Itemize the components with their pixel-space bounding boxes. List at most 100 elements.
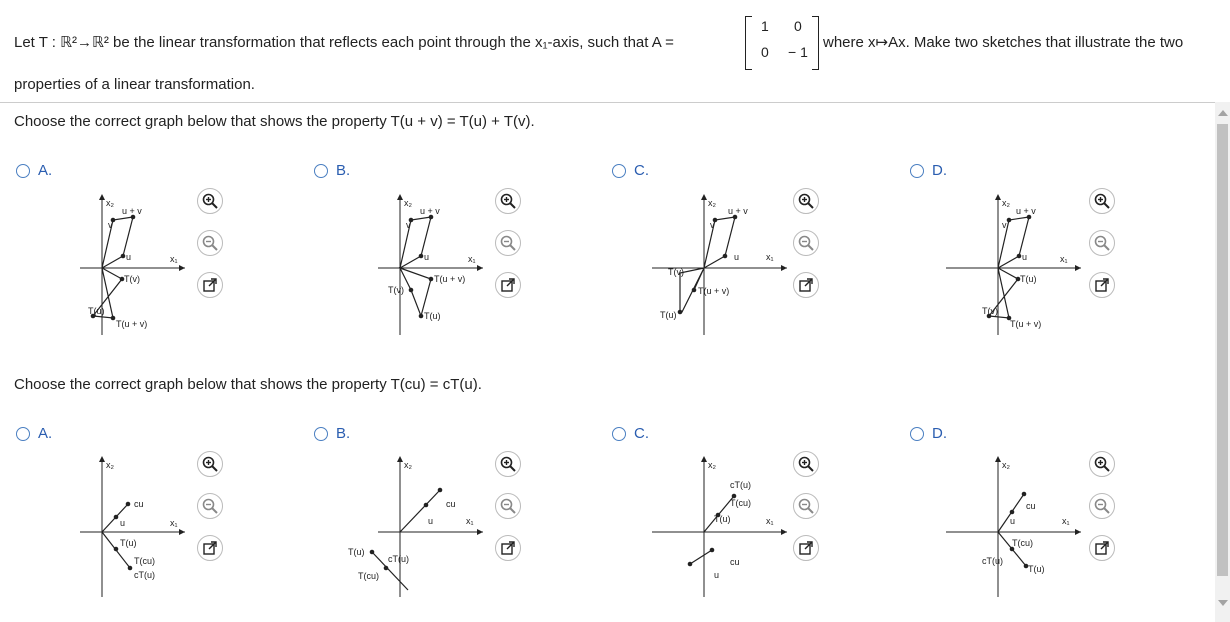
svg-text:x₁: x₁ bbox=[170, 518, 178, 528]
zoom-out-icon[interactable] bbox=[197, 230, 223, 256]
svg-text:x₁: x₁ bbox=[170, 254, 178, 264]
scrollbar-thumb[interactable] bbox=[1217, 124, 1228, 576]
zoom-in-icon[interactable] bbox=[793, 451, 819, 477]
q2-graph-c: x₂ x₁ cT(u) T(cu) T(u) cu u bbox=[652, 456, 787, 597]
svg-text:u: u bbox=[1010, 516, 1015, 526]
zoom-in-icon[interactable] bbox=[495, 188, 521, 214]
svg-text:cu: cu bbox=[1026, 501, 1036, 511]
open-external-icon[interactable] bbox=[495, 535, 521, 561]
svg-text:cT(u): cT(u) bbox=[388, 554, 409, 564]
open-external-icon[interactable] bbox=[793, 272, 819, 298]
svg-text:cu: cu bbox=[730, 557, 740, 567]
svg-text:T(u + v): T(u + v) bbox=[1010, 319, 1041, 329]
svg-text:u: u bbox=[120, 518, 125, 528]
svg-text:cT(u): cT(u) bbox=[134, 570, 155, 580]
open-external-icon[interactable] bbox=[793, 535, 819, 561]
svg-text:T(u): T(u) bbox=[1028, 564, 1045, 574]
svg-text:u: u bbox=[428, 516, 433, 526]
svg-text:x₁: x₁ bbox=[468, 254, 476, 264]
q1-option-a[interactable]: A. bbox=[16, 162, 52, 179]
open-external-icon[interactable] bbox=[197, 535, 223, 561]
svg-text:cu: cu bbox=[446, 499, 456, 509]
prompt-line-2: properties of a linear transformation. bbox=[14, 76, 255, 93]
q1-graph-c: x₂ x₁ u + v v u T(v) T(u + v) T(u) bbox=[652, 194, 787, 335]
svg-text:u + v: u + v bbox=[728, 206, 748, 216]
svg-text:x₂: x₂ bbox=[1002, 198, 1011, 208]
radio-button[interactable] bbox=[16, 163, 30, 178]
zoom-in-icon[interactable] bbox=[1089, 188, 1115, 214]
svg-text:T(u): T(u) bbox=[120, 538, 137, 548]
radio-button[interactable] bbox=[314, 163, 328, 178]
zoom-out-icon[interactable] bbox=[1089, 230, 1115, 256]
svg-text:x₁: x₁ bbox=[466, 516, 474, 526]
zoom-out-icon[interactable] bbox=[1089, 493, 1115, 519]
svg-text:x₂: x₂ bbox=[708, 198, 717, 208]
svg-text:x₂: x₂ bbox=[404, 198, 413, 208]
radio-button[interactable] bbox=[612, 163, 626, 178]
svg-text:u + v: u + v bbox=[122, 206, 142, 216]
radio-button[interactable] bbox=[612, 426, 626, 441]
zoom-out-icon[interactable] bbox=[495, 493, 521, 519]
svg-text:cT(u): cT(u) bbox=[982, 556, 1003, 566]
svg-text:T(v): T(v) bbox=[388, 285, 404, 295]
q2-graph-a: x₂ x₁ ucu T(u) T(cu) cT(u) bbox=[80, 456, 185, 597]
problem-statement: Let T : ℝ²→ℝ² be the linear transformati… bbox=[0, 0, 1230, 103]
svg-text:u: u bbox=[714, 570, 719, 580]
matrix-a11: 1 bbox=[761, 18, 769, 34]
svg-text:x₁: x₁ bbox=[766, 252, 774, 262]
zoom-out-icon[interactable] bbox=[495, 230, 521, 256]
svg-text:x₂: x₂ bbox=[404, 460, 413, 470]
scroll-up-icon[interactable] bbox=[1218, 110, 1228, 116]
svg-text:T(u): T(u) bbox=[88, 306, 105, 316]
matrix-A: 1 0 0 − 1 bbox=[745, 16, 819, 70]
q1-option-b[interactable]: B. bbox=[314, 162, 350, 179]
radio-button[interactable] bbox=[910, 163, 924, 178]
q2-option-d[interactable]: D. bbox=[910, 425, 947, 442]
open-external-icon[interactable] bbox=[1089, 272, 1115, 298]
zoom-in-icon[interactable] bbox=[793, 188, 819, 214]
q2-option-b[interactable]: B. bbox=[314, 425, 350, 442]
svg-text:u: u bbox=[126, 252, 131, 262]
svg-text:T(u + v): T(u + v) bbox=[434, 274, 465, 284]
svg-text:x₁: x₁ bbox=[766, 516, 774, 526]
svg-text:cu: cu bbox=[134, 499, 144, 509]
q1-option-d[interactable]: D. bbox=[910, 162, 947, 179]
q2-option-c[interactable]: C. bbox=[612, 425, 649, 442]
zoom-out-icon[interactable] bbox=[793, 493, 819, 519]
zoom-in-icon[interactable] bbox=[1089, 451, 1115, 477]
q1-option-c[interactable]: C. bbox=[612, 162, 649, 179]
zoom-out-icon[interactable] bbox=[793, 230, 819, 256]
radio-button[interactable] bbox=[16, 426, 30, 441]
zoom-in-icon[interactable] bbox=[197, 188, 223, 214]
radio-button[interactable] bbox=[910, 426, 924, 441]
zoom-in-icon[interactable] bbox=[495, 451, 521, 477]
svg-text:T(cu): T(cu) bbox=[730, 498, 751, 508]
svg-text:u: u bbox=[734, 252, 739, 262]
svg-text:T(u + v): T(u + v) bbox=[698, 286, 729, 296]
open-external-icon[interactable] bbox=[495, 272, 521, 298]
svg-text:x₂: x₂ bbox=[1002, 460, 1011, 470]
svg-text:T(cu): T(cu) bbox=[358, 571, 379, 581]
radio-button[interactable] bbox=[314, 426, 328, 441]
matrix-a21: 0 bbox=[761, 44, 769, 60]
q1-graph-d: x₂ x₁ u + v v u T(u) T(v) T(u + v) bbox=[946, 194, 1081, 335]
q1-graph-b: x₂ x₁ u + v v u T(v) T(u + v) T(u) bbox=[378, 194, 483, 335]
scroll-down-icon[interactable] bbox=[1218, 600, 1228, 606]
matrix-a12: 0 bbox=[794, 18, 802, 34]
svg-text:u + v: u + v bbox=[420, 206, 440, 216]
svg-text:v: v bbox=[710, 220, 715, 230]
question-2-text: Choose the correct graph below that show… bbox=[14, 376, 482, 393]
svg-text:T(v): T(v) bbox=[982, 306, 998, 316]
svg-text:T(cu): T(cu) bbox=[1012, 538, 1033, 548]
open-external-icon[interactable] bbox=[1089, 535, 1115, 561]
zoom-out-icon[interactable] bbox=[197, 493, 223, 519]
open-external-icon[interactable] bbox=[197, 272, 223, 298]
q2-option-a[interactable]: A. bbox=[16, 425, 52, 442]
zoom-in-icon[interactable] bbox=[197, 451, 223, 477]
prompt-line-1b: where x↦Ax. Make two sketches that illus… bbox=[823, 34, 1184, 51]
svg-text:T(cu): T(cu) bbox=[134, 556, 155, 566]
svg-text:v: v bbox=[108, 220, 113, 230]
svg-text:u: u bbox=[424, 252, 429, 262]
svg-text:cT(u): cT(u) bbox=[730, 480, 751, 490]
svg-text:x₁: x₁ bbox=[1062, 516, 1070, 526]
